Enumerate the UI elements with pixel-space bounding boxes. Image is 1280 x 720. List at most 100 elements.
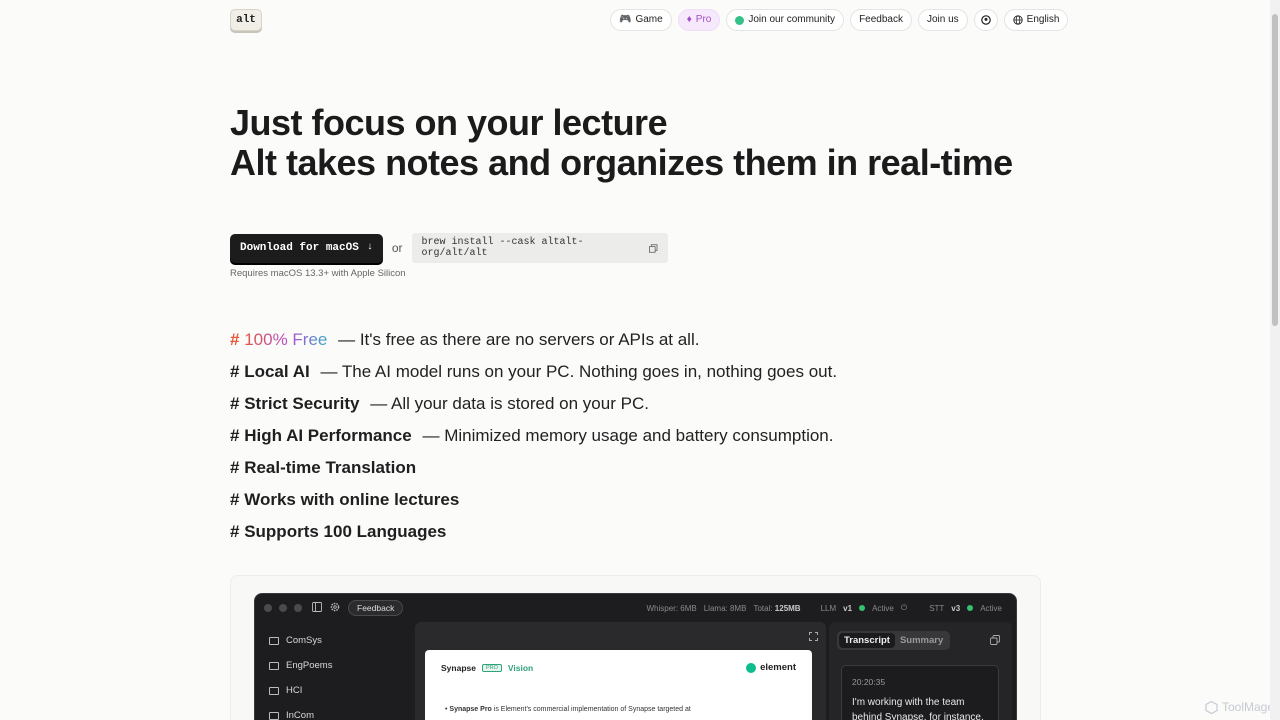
- llm-version: v1: [843, 603, 853, 613]
- feature-list: # 100% Free — It's free as there are no …: [230, 328, 837, 552]
- stt-status: Active: [980, 603, 1002, 613]
- logo[interactable]: alt: [230, 9, 262, 31]
- gamepad-icon: 🎮: [619, 14, 632, 25]
- nav-language[interactable]: English: [1003, 9, 1069, 31]
- download-macos-button[interactable]: Download for macOS ↓: [230, 233, 383, 263]
- feature-hash: #: [230, 362, 240, 381]
- slide-title: Synapse: [441, 663, 476, 673]
- community-icon: [735, 15, 745, 25]
- nav-pro[interactable]: ♦ Pro: [677, 9, 721, 31]
- feature-performance: # High AI Performance — Minimized memory…: [230, 424, 837, 456]
- folder-icon: [269, 686, 279, 695]
- transcript-entry: 20:20:35 I'm working with the team behin…: [841, 665, 999, 720]
- scrollbar-thumb[interactable]: [1272, 14, 1278, 326]
- github-icon: [980, 15, 991, 25]
- slide-header: Synapse PRO Vision: [441, 663, 533, 673]
- nav-join-us-label: Join us: [926, 14, 959, 25]
- feature-hash: #: [230, 394, 240, 413]
- download-icon: ↓: [366, 242, 373, 253]
- feature-translation: # Real-time Translation: [230, 456, 837, 488]
- nav-community[interactable]: Join our community: [726, 9, 845, 31]
- hero-line-2: Alt takes notes and organizes them in re…: [230, 142, 1013, 183]
- nav-join-us[interactable]: Join us: [917, 9, 968, 31]
- feature-title: 100% Free: [244, 330, 328, 349]
- feature-languages: # Supports 100 Languages: [230, 520, 837, 552]
- transcript-text: I'm working with the team behind Synapse…: [852, 697, 984, 720]
- feature-title: Supports 100 Languages: [244, 522, 447, 541]
- folder-icon: [269, 661, 279, 670]
- hero-heading: Just focus on your lecture Alt takes not…: [230, 103, 1013, 183]
- slide-subtitle: Vision: [507, 663, 534, 673]
- hero-line-1: Just focus on your lecture: [230, 102, 668, 143]
- feature-hash: #: [230, 490, 240, 509]
- close-dot: [264, 604, 272, 612]
- download-label: Download for macOS: [240, 242, 359, 254]
- gem-icon: ♦: [686, 14, 692, 25]
- nav-feedback-label: Feedback: [859, 14, 903, 25]
- nav-game-label: Game: [635, 14, 663, 25]
- folder-item: ComSys: [269, 628, 332, 653]
- tab-summary: Summary: [899, 635, 944, 646]
- tab-transcript: Transcript: [839, 633, 895, 648]
- transcript-pane: Transcript Summary 20:20:35 I'm working …: [829, 622, 1012, 720]
- nav-github[interactable]: [973, 9, 998, 31]
- view-tabs: Transcript Summary: [837, 631, 951, 650]
- brew-command: brew install --cask altalt-org/alt/alt: [421, 237, 584, 259]
- feature-desc: — It's free as there are no servers or A…: [338, 330, 700, 349]
- feature-title: Works with online lectures: [244, 490, 460, 509]
- nav-game[interactable]: 🎮 Game: [610, 9, 672, 31]
- status-dot-icon: [967, 605, 974, 611]
- nav-community-label: Join our community: [748, 14, 836, 25]
- feature-title: Strict Security: [244, 394, 360, 413]
- cta-row: Download for macOS ↓ or brew install --c…: [230, 233, 668, 263]
- stt-version: v3: [951, 603, 961, 613]
- element-brand: element: [746, 662, 796, 673]
- folder-item: EngPoems: [269, 653, 332, 678]
- window-controls: [264, 604, 302, 612]
- folder-icon: [269, 711, 279, 720]
- copy-icon[interactable]: [649, 243, 658, 253]
- element-logo-icon: [746, 662, 757, 673]
- nav-feedback[interactable]: Feedback: [850, 9, 912, 31]
- system-requirement: Requires macOS 13.3+ with Apple Silicon: [230, 268, 406, 279]
- feature-free: # 100% Free — It's free as there are no …: [230, 328, 837, 360]
- watermark-logo-icon: [1205, 700, 1218, 714]
- folder-icon: [269, 636, 279, 645]
- page-scrollbar[interactable]: [1270, 0, 1280, 720]
- stt-label: STT: [929, 603, 945, 613]
- feature-hash: #: [230, 330, 240, 349]
- slide-bullet: • Synapse Pro is Element's commercial im…: [445, 706, 691, 713]
- pro-tag: PRO: [481, 664, 502, 672]
- feature-security: # Strict Security — All your data is sto…: [230, 392, 837, 424]
- feature-title: Real-time Translation: [244, 458, 417, 477]
- transcript-time: 20:20:35: [852, 677, 886, 687]
- feature-desc: — Minimized memory usage and battery con…: [422, 426, 834, 445]
- slide-document: Synapse PRO Vision element • Synapse Pro…: [425, 650, 812, 720]
- llm-label: LLM: [820, 603, 837, 613]
- resource-stats: Whisper: 6MB Llama: 8MB Total: 125MB LLM…: [646, 603, 1002, 613]
- or-text: or: [391, 241, 403, 255]
- maximize-dot: [294, 604, 302, 612]
- minimize-dot: [279, 604, 287, 612]
- feature-desc: — All your data is stored on your PC.: [370, 394, 649, 413]
- feature-desc: — The AI model runs on your PC. Nothing …: [320, 362, 838, 381]
- feature-online-lectures: # Works with online lectures: [230, 488, 837, 520]
- power-icon: ⏻: [900, 603, 908, 612]
- folder-item: InCom: [269, 703, 332, 720]
- status-dot-icon: [859, 605, 866, 611]
- feature-hash: #: [230, 522, 240, 541]
- app-feedback-button: Feedback: [348, 600, 404, 616]
- gear-icon: [330, 602, 340, 612]
- llm-status: Active: [872, 603, 894, 613]
- top-nav: 🎮 Game ♦ Pro Join our community Feedback…: [610, 9, 1069, 31]
- globe-icon: [1013, 15, 1023, 25]
- sidebar-toggle-icon: [312, 602, 322, 612]
- copy-icon: [990, 635, 1000, 645]
- feature-title: High AI Performance: [244, 426, 412, 445]
- folder-sidebar: ComSys EngPoems HCI InCom: [269, 628, 332, 720]
- feature-hash: #: [230, 458, 240, 477]
- feature-title: Local AI: [244, 362, 310, 381]
- watermark: ToolMage: [1205, 700, 1274, 714]
- brew-command-box[interactable]: brew install --cask altalt-org/alt/alt: [411, 233, 668, 263]
- expand-icon: [809, 632, 818, 641]
